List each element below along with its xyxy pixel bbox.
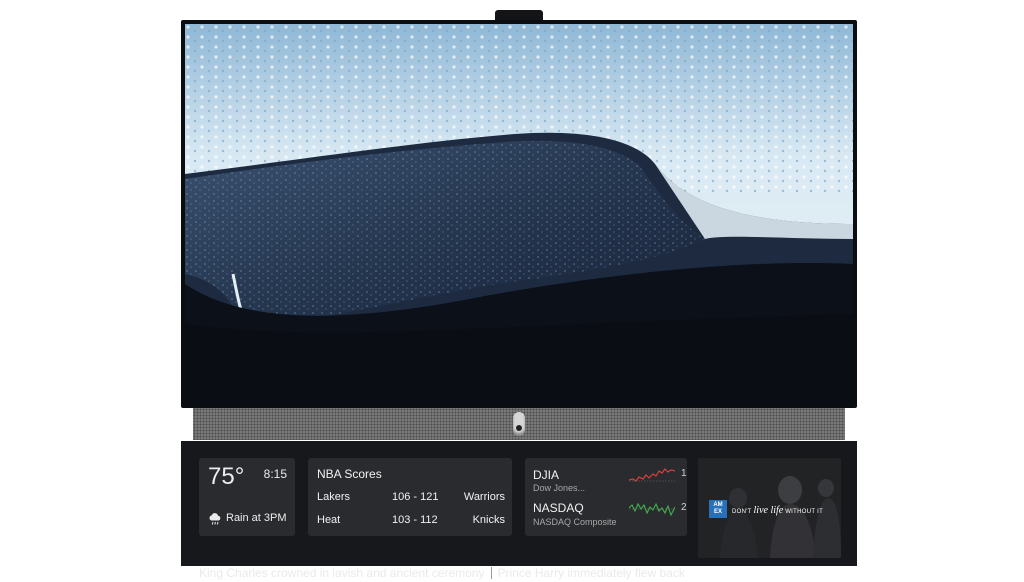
ocean-wave-image bbox=[185, 24, 853, 404]
game-score: 103 - 112 bbox=[392, 514, 438, 526]
television: 75° 8:15 Rain at 3PM NBA Scores Lakers 1… bbox=[181, 10, 857, 580]
headline: Prince Harry immediately flew back bbox=[497, 566, 685, 580]
headline: King Charles crowned in lavish and ancie… bbox=[199, 566, 485, 580]
stock-name-djia: DJIA bbox=[533, 468, 560, 482]
soundbar-grille bbox=[193, 408, 845, 440]
tagline-script: live life bbox=[753, 505, 784, 516]
stock-subtitle-djia: Dow Jones... bbox=[533, 483, 586, 493]
amex-logo: AM EX bbox=[709, 500, 727, 518]
widget-panel: 75° 8:15 Rain at 3PM NBA Scores Lakers 1… bbox=[181, 441, 857, 580]
away-team: Warriors bbox=[463, 491, 505, 503]
djia-sparkline bbox=[629, 468, 675, 482]
nba-scores-widget[interactable]: NBA Scores Lakers 106 - 121 Warriors Hea… bbox=[308, 458, 512, 536]
nba-title: NBA Scores bbox=[317, 467, 382, 481]
home-team: Lakers bbox=[317, 491, 351, 503]
temperature: 75° bbox=[208, 463, 245, 490]
advertisement-tile[interactable]: AM EX DON'T live life WITHOUT IT bbox=[698, 458, 841, 558]
nasdaq-sparkline bbox=[629, 502, 675, 517]
stock-subtitle-nasdaq: NASDAQ Composite bbox=[533, 517, 617, 527]
stocks-widget[interactable]: DJIA Dow Jones... 1 NASDAQ NASDAQ Compos… bbox=[525, 458, 687, 536]
stock-value-djia: 1 bbox=[681, 468, 687, 479]
game-score: 106 - 121 bbox=[392, 491, 439, 503]
home-team: Heat bbox=[317, 514, 341, 526]
weather-widget[interactable]: 75° 8:15 Rain at 3PM bbox=[199, 458, 295, 536]
rain-cloud-icon bbox=[209, 513, 221, 525]
screen-wallpaper bbox=[185, 24, 853, 404]
tagline-post: WITHOUT IT bbox=[783, 509, 824, 515]
stock-name-nasdaq: NASDAQ bbox=[533, 501, 584, 515]
ticker-separator bbox=[490, 567, 492, 579]
tagline-pre: DON'T bbox=[732, 509, 754, 515]
stock-value-nasdaq: 2 bbox=[681, 502, 687, 513]
away-team: Knicks bbox=[472, 514, 505, 526]
clock-time: 8:15 bbox=[263, 467, 287, 481]
game-row: Heat 103 - 112 Knicks bbox=[317, 514, 505, 528]
forecast-text: Rain at 3PM bbox=[226, 512, 287, 524]
news-ticker[interactable]: King Charles crowned in lavish and ancie… bbox=[199, 566, 689, 582]
screen-bezel bbox=[181, 20, 857, 408]
ad-tagline: DON'T live life WITHOUT IT bbox=[732, 505, 823, 516]
camera-privacy-button[interactable] bbox=[513, 412, 525, 436]
game-row: Lakers 106 - 121 Warriors bbox=[317, 491, 505, 505]
